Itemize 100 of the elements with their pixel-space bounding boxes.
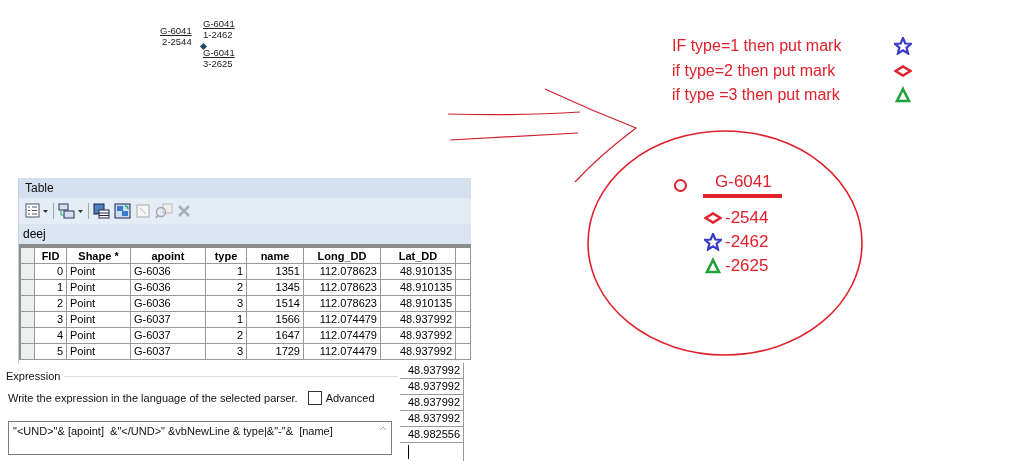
map-label: 3-2625: [203, 58, 234, 69]
table-cell: 1566: [247, 312, 304, 328]
label-title: G-6041: [703, 172, 782, 198]
related-tables-icon[interactable]: [58, 203, 84, 219]
row-selector[interactable]: [19, 264, 35, 280]
table-cell: 1351: [247, 264, 304, 280]
column-header[interactable]: apoint: [131, 248, 206, 264]
label-value: -2625: [725, 256, 769, 276]
advanced-checkbox[interactable]: [307, 391, 322, 405]
table-cell: 48.937992: [381, 328, 456, 344]
table-cell: 1647: [247, 328, 304, 344]
column-header[interactable]: FID: [35, 248, 67, 264]
table-cell: 1345: [247, 280, 304, 296]
zoom-to-selected-icon[interactable]: [155, 203, 173, 219]
map-label: G-6041: [203, 18, 235, 29]
diamond-icon: [704, 209, 722, 227]
table-cell: 1: [35, 280, 67, 296]
table-cell: G-6036: [131, 296, 206, 312]
rule-text: if type =3 then put mark: [672, 86, 840, 105]
table-cell: 112.078623: [304, 264, 381, 280]
table-cell: G-6037: [131, 312, 206, 328]
switch-selection-icon[interactable]: [114, 203, 131, 219]
table-cell: 48.937992: [400, 411, 464, 427]
table-cell: 112.078623: [304, 296, 381, 312]
column-header[interactable]: Long_DD: [304, 248, 381, 264]
star-icon: [704, 233, 722, 251]
table-cell: Point: [67, 264, 131, 280]
header-corner[interactable]: [19, 248, 35, 264]
empty-cell: [456, 312, 471, 328]
empty-cell: [456, 344, 471, 360]
table-cell: 112.074479: [304, 344, 381, 360]
map-label: 2-2544: [161, 36, 192, 47]
table-cell: 0: [35, 264, 67, 280]
table-cell: 48.937992: [400, 363, 464, 379]
table-cell: 1729: [247, 344, 304, 360]
column-header[interactable]: Lat_DD: [381, 248, 456, 264]
group-label: Expression: [6, 370, 61, 382]
table-cell: 48.937992: [381, 312, 456, 328]
map-label: G-6041: [160, 25, 192, 36]
table-cell: 2: [35, 296, 67, 312]
row-selector[interactable]: [19, 328, 35, 344]
select-by-attributes-icon[interactable]: [93, 203, 110, 219]
table-cell: G-6037: [131, 344, 206, 360]
table-cell: 112.078623: [304, 280, 381, 296]
table-cell: Point: [67, 296, 131, 312]
table-cell: 2: [206, 328, 247, 344]
table-cell: 48.910135: [381, 280, 456, 296]
window-title: Table: [19, 178, 471, 198]
table-cell: G-6037: [131, 328, 206, 344]
column-header[interactable]: name: [247, 248, 304, 264]
column-header[interactable]: Shape *: [67, 248, 131, 264]
point-marker-icon: [199, 42, 208, 51]
label-value: -2544: [725, 208, 769, 228]
row-selector[interactable]: [19, 344, 35, 360]
table-cell: G-6036: [131, 264, 206, 280]
row-selector[interactable]: [19, 296, 35, 312]
table-cell: 3: [35, 312, 67, 328]
table-cell: 48.937992: [400, 379, 464, 395]
table-cell: 4: [35, 328, 67, 344]
table-cell: Point: [67, 344, 131, 360]
table-cell: 3: [206, 296, 247, 312]
rule-text: if type=2 then put mark: [672, 61, 836, 80]
delete-icon[interactable]: [177, 204, 191, 218]
table-cell: 1514: [247, 296, 304, 312]
triangle-icon: [704, 257, 722, 275]
table-cell: Point: [67, 280, 131, 296]
table-cell: G-6036: [131, 280, 206, 296]
empty-cell: [456, 328, 471, 344]
table-cell: 5: [35, 344, 67, 360]
empty-cell: [456, 280, 471, 296]
table-cell: Point: [67, 328, 131, 344]
table-cell: 3: [206, 344, 247, 360]
expression-field[interactable]: "<UND>"& [apoint] &"</UND>" &vbNewLine & type|&"-"& [name]: [8, 421, 392, 455]
table-cell: 48.937992: [400, 395, 464, 411]
table-cell: 48.937992: [381, 344, 456, 360]
hint-text: Write the expression in the language of the selected parser.: [8, 392, 298, 404]
table-cell: 112.074479: [304, 328, 381, 344]
table-cell: 112.074479: [304, 312, 381, 328]
table-cell: 48.910135: [381, 264, 456, 280]
map-label: 1-2462: [203, 29, 234, 40]
layer-tab[interactable]: deej: [19, 224, 471, 244]
table-cell: 1: [206, 264, 247, 280]
label-value: -2462: [725, 232, 769, 252]
scroll-up-icon[interactable]: [379, 425, 387, 431]
empty-cell: [456, 296, 471, 312]
row-selector[interactable]: [19, 312, 35, 328]
map-label: G-6041: [203, 47, 235, 58]
table-cell: 48.982556: [400, 427, 464, 443]
text-cursor: [408, 445, 409, 459]
point-marker-icon: [674, 178, 687, 192]
rule-text: IF type=1 then put mark: [672, 37, 842, 56]
row-selector[interactable]: [19, 280, 35, 296]
table-cell: 2: [206, 280, 247, 296]
column-header[interactable]: type: [206, 248, 247, 264]
clear-selection-icon[interactable]: [135, 203, 151, 219]
table-options-icon[interactable]: [25, 203, 49, 219]
table-cell: 48.910135: [381, 296, 456, 312]
checkbox-label: Advanced: [325, 392, 375, 404]
table-cell: 1: [206, 312, 247, 328]
table-cell: Point: [67, 312, 131, 328]
